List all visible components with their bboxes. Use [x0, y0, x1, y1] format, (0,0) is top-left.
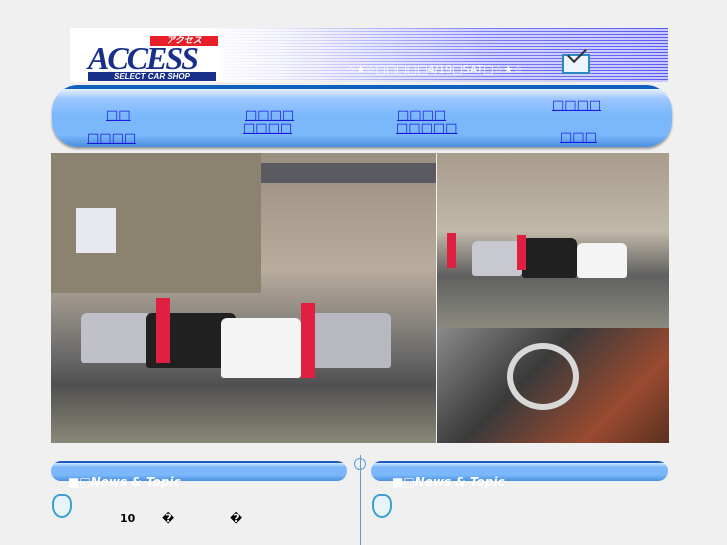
photo-car-lot-2 [437, 153, 669, 328]
pointing-hand-icon [52, 494, 72, 518]
car [577, 243, 627, 278]
nav-link-2[interactable]: □□□□ [87, 131, 136, 146]
news-item: 10 [120, 512, 136, 525]
nav-link-8[interactable]: □□□ [560, 130, 597, 145]
news-title-right: ■□News & Topic [392, 475, 505, 489]
main-nav: □□ □□□□ □□□□ □□□□ □□□□ □□□□□ □□□□ □□□ [52, 85, 672, 147]
flag [517, 235, 526, 270]
date-text: ☆★☆□□□□□4/19□SAT□☆★☆ [346, 63, 524, 76]
photo-collage [51, 153, 669, 443]
envelope-icon[interactable] [562, 54, 590, 74]
news-title-left: ■□News & Topic [68, 475, 181, 489]
flag [447, 233, 456, 268]
flag [156, 298, 170, 363]
car [81, 313, 151, 363]
nav-link-6[interactable]: □□□□□ [396, 121, 457, 136]
divider-ornament [354, 458, 366, 470]
photo-car-lot [51, 153, 436, 443]
car [311, 313, 391, 368]
pointing-hand-icon [372, 494, 392, 518]
nav-link-1[interactable]: □□ [106, 108, 131, 123]
page: アクセス ACCESS SELECT CAR SHOP ☆★☆□□□□□4/19… [0, 0, 727, 545]
nav-link-7[interactable]: □□□□ [552, 98, 601, 113]
photo-car-interior [437, 328, 669, 443]
shop-sign [76, 208, 116, 253]
flag [301, 303, 315, 378]
logo-subtitle: SELECT CAR SHOP [88, 72, 216, 81]
nav-link-4[interactable]: □□□□ [243, 121, 292, 136]
header-banner: アクセス ACCESS SELECT CAR SHOP ☆★☆□□□□□4/19… [70, 28, 668, 82]
news-item: � [162, 512, 175, 525]
car [472, 241, 522, 276]
roof [261, 163, 436, 183]
car [522, 238, 577, 278]
news-item: � [230, 512, 243, 525]
steering-wheel [507, 343, 579, 410]
access-logo[interactable]: アクセス ACCESS SELECT CAR SHOP [70, 34, 220, 82]
car [221, 318, 301, 378]
